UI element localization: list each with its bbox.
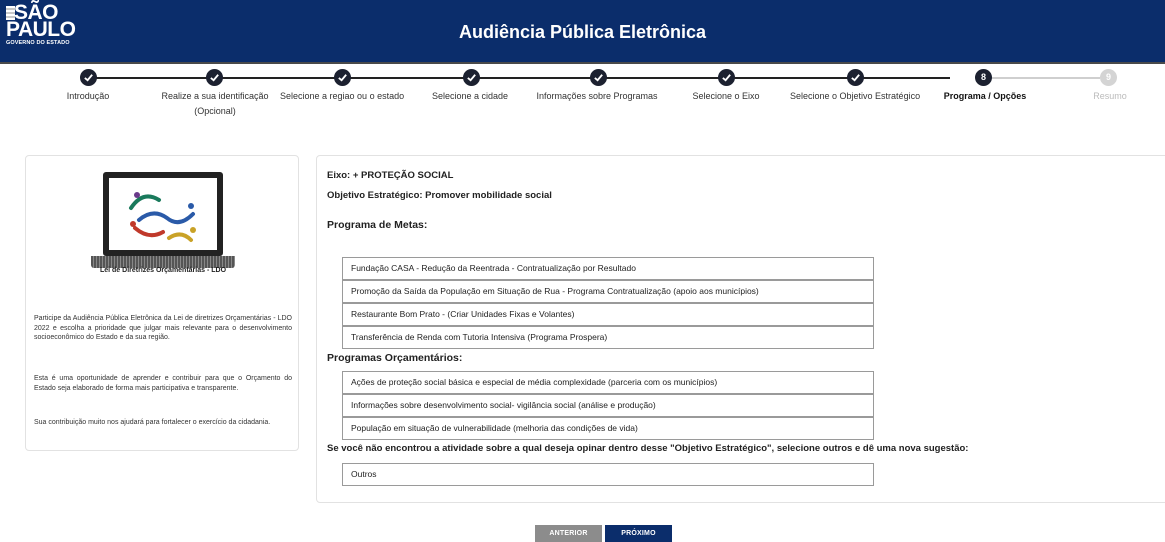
page-title: Audiência Pública Eletrônica	[458, 22, 707, 42]
laptop-screen	[103, 172, 223, 256]
step-label-identificacao: Realize a sua identificação (Opcional)	[146, 89, 284, 119]
orc-option-1[interactable]: Ações de proteção social básica e especi…	[342, 371, 874, 394]
meta-option-3[interactable]: Restaurante Bom Prato - (Criar Unidades …	[342, 303, 874, 326]
step-6-check-icon	[718, 69, 735, 86]
eixo-label: Eixo: + PROTEÇÃO SOCIAL	[327, 170, 454, 181]
step-label-eixo: Selecione o Eixo	[692, 91, 760, 101]
step-2-check-icon	[206, 69, 223, 86]
progress-stepper: 8 9 Introdução Realize a sua identificaç…	[0, 62, 1165, 142]
stepper-line-pending	[990, 77, 1100, 79]
ldo-paragraph-3: Sua contribuição muito nos ajudará para …	[34, 419, 271, 426]
ldo-paragraph-1: Participe da Audiência Pública Eletrônic…	[34, 315, 292, 341]
orcamentarios-heading: Programas Orçamentários:	[327, 352, 463, 364]
meta-option-4[interactable]: Transferência de Renda com Tutoria Inten…	[342, 326, 874, 349]
step-5-check-icon	[590, 69, 607, 86]
step-label-identificacao-line1: Realize a sua identificação	[161, 91, 269, 101]
step-1-check-icon	[80, 69, 97, 86]
orc-option-2[interactable]: Informações sobre desenvolvimento social…	[342, 394, 874, 417]
step-label-programas: Informações sobre Programas	[536, 91, 658, 101]
step-label-identificacao-line2: (Opcional)	[194, 106, 236, 116]
step-label-regiao: Selecione a regiao ou o estado	[280, 91, 405, 101]
next-button[interactable]: PRÓXIMO	[605, 525, 672, 542]
orc-option-3[interactable]: População em situação de vulnerabilidade…	[342, 417, 874, 440]
meta-option-2[interactable]: Promoção da Saída da População em Situaç…	[342, 280, 874, 303]
program-options-panel: Eixo: + PROTEÇÃO SOCIAL Objetivo Estraté…	[316, 155, 1165, 503]
outros-option[interactable]: Outros	[342, 463, 874, 486]
step-3-check-icon	[334, 69, 351, 86]
app-header: SÃO PAULO GOVERNO DO ESTADO Audiência Pú…	[0, 0, 1165, 62]
ldo-info-card: Lei de Diretrizes Orçamentárias - LDO Pa…	[25, 155, 299, 451]
laptop-illustration	[91, 172, 235, 272]
objetivo-label: Objetivo Estratégico: Promover mobilidad…	[327, 190, 552, 201]
step-label-introducao: Introdução	[66, 91, 110, 101]
meta-option-1[interactable]: Fundação CASA - Redução da Reentrada - C…	[342, 257, 874, 280]
step-9-indicator: 9	[1100, 69, 1117, 86]
ldo-title: Lei de Diretrizes Orçamentárias - LDO	[99, 267, 227, 274]
step-label-cidade: Selecione a cidade	[431, 91, 509, 101]
step-label-programa-opcoes: Programa / Opções	[943, 91, 1027, 101]
metas-heading: Programa de Metas:	[327, 219, 428, 231]
outros-prompt: Se você não encontrou a atividade sobre …	[327, 443, 969, 454]
step-label-objetivo: Selecione o Objetivo Estratégico	[790, 91, 921, 101]
step-4-check-icon	[463, 69, 480, 86]
previous-button[interactable]: ANTERIOR	[535, 525, 602, 542]
step-label-resumo: Resumo	[1093, 91, 1127, 101]
ldo-logo-icon	[129, 192, 196, 242]
step-7-check-icon	[847, 69, 864, 86]
step-8-indicator: 8	[975, 69, 992, 86]
ldo-paragraph-2: Esta é uma oportunidade de aprender e co…	[34, 375, 292, 392]
